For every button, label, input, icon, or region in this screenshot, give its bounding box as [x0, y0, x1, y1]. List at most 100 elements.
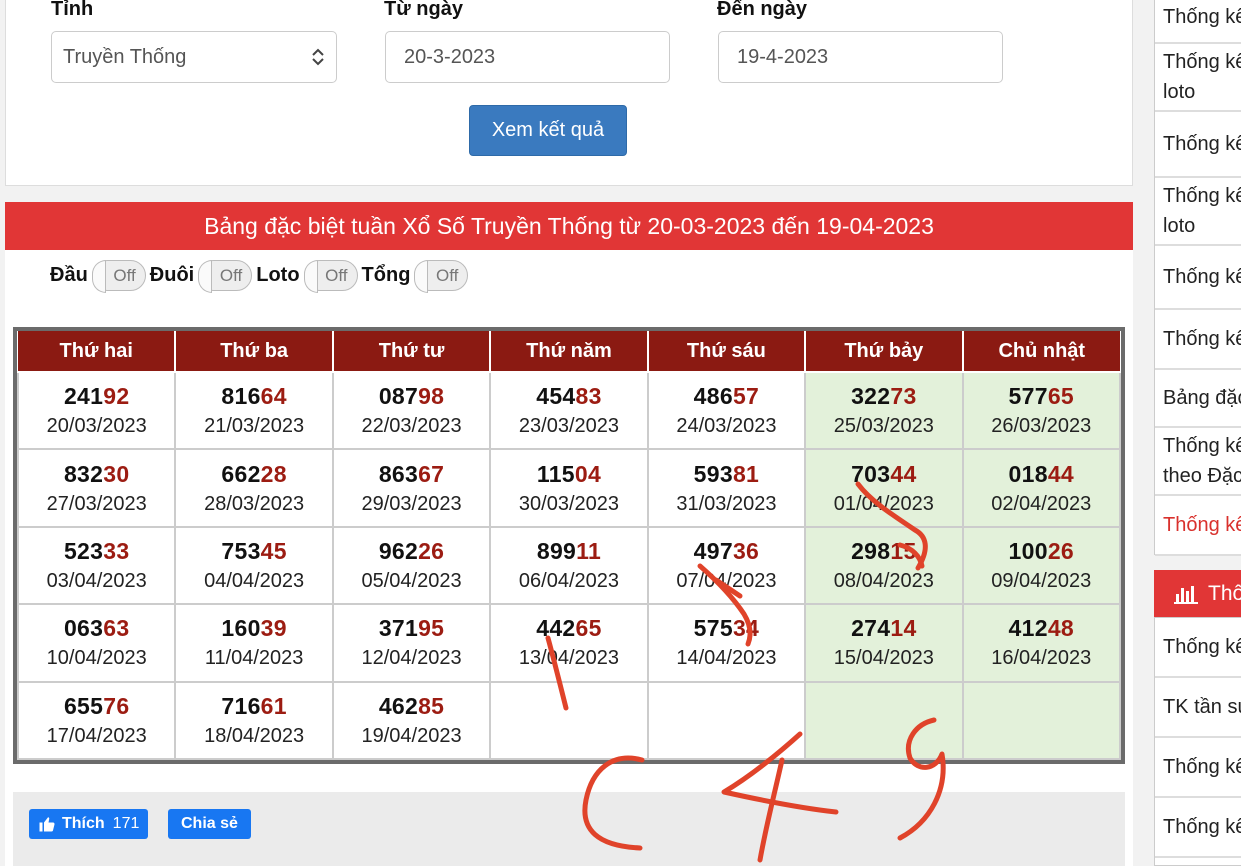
number-last-two-digits: 36 — [732, 537, 760, 564]
table-row: 52333 03/04/2023 75345 04/04/2023 96226 05/04… — [16, 525, 1122, 606]
draw-date: 12/04/2023 — [361, 647, 462, 670]
result-cell: 16039 11/04/2023 — [174, 603, 334, 683]
number-last-two-digits: 61 — [260, 692, 287, 719]
from-date-input[interactable]: 20-3-2023 — [385, 31, 670, 83]
special-number: 41248 — [964, 615, 1119, 642]
toggle-switch-0[interactable]: Off — [91, 260, 146, 293]
draw-date: 07/04/2023 — [676, 569, 777, 592]
province-select-value: Truyền Thống — [63, 45, 187, 68]
result-cell: 45483 23/03/2023 — [489, 370, 649, 451]
result-cell: 86367 29/03/2023 — [331, 448, 492, 528]
result-cell: 29815 08/04/2023 — [804, 525, 964, 606]
number-prefix: 593 — [693, 460, 733, 487]
result-cell: 66228 28/03/2023 — [174, 448, 334, 528]
bar-chart-icon — [1174, 585, 1198, 604]
draw-date: 06/04/2023 — [518, 569, 620, 592]
sidebar-item[interactable]: Thống kê — [1155, 310, 1241, 370]
sidebar-item[interactable]: Thống kê — [1155, 112, 1241, 178]
right-sidebar: Thống kê Thống kê loto Thống kê Thống kê loto… — [1154, 0, 1241, 866]
special-number: 32273 — [806, 383, 961, 410]
draw-date: 01/04/2023 — [833, 492, 934, 515]
sidebar-item[interactable]: Thống kê — [1155, 0, 1241, 44]
special-number: 86367 — [334, 461, 489, 488]
draw-date: 08/04/2023 — [833, 569, 934, 592]
view-results-button[interactable]: Xem kết quả — [469, 105, 627, 156]
result-cell: 24192 20/03/2023 — [16, 370, 177, 451]
toggle-switch-3[interactable]: Off — [414, 260, 469, 293]
result-cell: 70344 01/04/2023 — [804, 448, 964, 528]
table-header-row: Thứ hai Thứ ba Thứ tư Thứ năm Thứ sáu Thứ bảy… — [18, 331, 1120, 373]
to-date-input[interactable]: 19-4-2023 — [718, 31, 1003, 83]
sidebar-item[interactable]: Thống kê theo Đặc — [1155, 428, 1241, 496]
result-cell: 06363 10/04/2023 — [16, 603, 177, 683]
number-prefix: 816 — [221, 383, 261, 410]
sidebar-menu-bottom: Thống kê TK tần suất Thống kê Thống kê — [1154, 617, 1241, 866]
toggle-switch-1[interactable]: Off — [198, 260, 253, 293]
facebook-share-button[interactable]: Chia sẻ — [168, 809, 251, 839]
special-number: 16039 — [176, 615, 331, 642]
number-last-two-digits: 04 — [574, 460, 602, 487]
sidebar-item-label: Thống kê — [1163, 266, 1241, 288]
special-number: 75345 — [176, 538, 331, 565]
draw-date: 10/04/2023 — [46, 647, 147, 670]
result-cell: 49736 07/04/2023 — [646, 525, 807, 606]
number-last-two-digits: 85 — [418, 692, 445, 719]
result-cell — [961, 680, 1122, 761]
number-prefix: 115 — [536, 460, 575, 487]
special-results-panel: Bảng đặc biệt tuần Xổ Số Truyền Thống từ… — [5, 202, 1133, 866]
result-cell: 41248 16/04/2023 — [961, 603, 1122, 683]
number-prefix: 863 — [378, 460, 419, 487]
sidebar-item[interactable]: Thống kê — [1155, 618, 1241, 678]
table-row: 83230 27/03/2023 66228 28/03/2023 86367 29/03… — [16, 448, 1122, 528]
draw-date: 29/03/2023 — [361, 492, 462, 515]
province-select[interactable]: Truyền Thống — [51, 31, 337, 83]
draw-date: 30/03/2023 — [518, 492, 620, 515]
number-prefix: 703 — [851, 460, 891, 487]
sidebar-item[interactable]: Thống kê — [1155, 246, 1241, 310]
number-last-two-digits: 92 — [103, 383, 130, 410]
number-last-two-digits: 83 — [575, 383, 602, 410]
draw-date: 16/04/2023 — [991, 647, 1092, 670]
toggle-switch-2[interactable]: Off — [303, 260, 358, 293]
special-number: 89911 — [491, 538, 646, 565]
number-prefix: 577 — [1008, 383, 1048, 410]
sidebar-item[interactable]: TK tần suất — [1155, 678, 1241, 738]
result-cell: 27414 15/04/2023 — [804, 603, 964, 683]
sidebar-item-label: Thống kê — [1163, 435, 1241, 457]
number-last-two-digits: 33 — [103, 537, 130, 564]
sidebar-item[interactable]: Bảng đặc — [1155, 370, 1241, 428]
select-arrows-icon — [312, 48, 324, 66]
sidebar-item[interactable]: Thống kê — [1155, 738, 1241, 798]
special-number: 37195 — [334, 615, 489, 642]
sidebar-item-label: Bảng đặc — [1163, 387, 1241, 409]
panel-title: Bảng đặc biệt tuần Xổ Số Truyền Thống từ… — [5, 202, 1133, 250]
sidebar-item[interactable]: Thống kê — [1155, 798, 1241, 858]
special-number: 46285 — [334, 693, 489, 720]
result-cell: 96226 05/04/2023 — [331, 525, 492, 606]
result-cell: 11504 30/03/2023 — [489, 448, 649, 528]
number-last-two-digits: 65 — [575, 615, 602, 642]
sidebar-item[interactable]: Thống kê loto — [1155, 44, 1241, 112]
sidebar-item-label: Thống kê — [1163, 816, 1241, 838]
result-cell: 46285 19/04/2023 — [331, 680, 492, 761]
special-number: 81664 — [176, 383, 331, 410]
sidebar-item-label: Thống kê — [1163, 756, 1241, 778]
province-label: Tỉnh — [51, 0, 94, 20]
sidebar-item[interactable]: Thống kê — [1155, 496, 1241, 556]
number-prefix: 322 — [851, 383, 891, 410]
column-header: Thứ sáu — [646, 331, 807, 373]
number-last-two-digits: 34 — [732, 615, 760, 642]
facebook-like-button[interactable]: Thích 171 — [29, 809, 149, 839]
special-number: 66228 — [176, 461, 331, 488]
number-last-two-digits: 95 — [418, 615, 445, 642]
result-cell: 57765 26/03/2023 — [961, 370, 1122, 451]
special-number: 48657 — [649, 383, 804, 410]
number-last-two-digits: 81 — [732, 460, 760, 487]
sidebar-item-label: Thống kê — [1163, 185, 1241, 207]
sidebar-item-label: Thống kê — [1163, 636, 1241, 658]
sidebar-item-label: Thống kê — [1163, 133, 1241, 155]
result-cell: 59381 31/03/2023 — [646, 448, 807, 528]
draw-date: 14/04/2023 — [676, 647, 777, 670]
number-last-two-digits: 30 — [103, 460, 130, 487]
sidebar-item[interactable]: Thống kê loto — [1155, 178, 1241, 246]
